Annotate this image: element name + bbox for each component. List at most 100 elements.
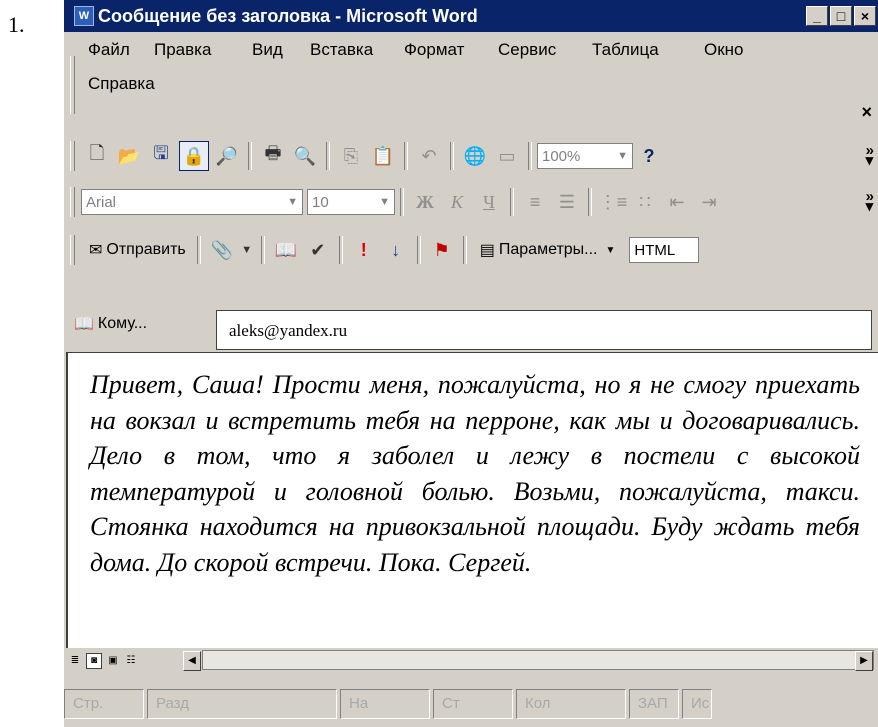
format-select[interactable]: HTML	[629, 237, 700, 263]
menu-insert[interactable]: Вставка	[310, 40, 373, 60]
formatting-toolbar: Arial ▼ 10 ▼ Ж К Ч ≡ ☰ ⋮≡ ∷ ⇤ ⇥ » ▾	[64, 180, 878, 224]
status-at: На	[340, 689, 430, 719]
title-bar: W Сообщение без заголовка - Microsoft Wo…	[64, 0, 878, 32]
word-window: W Сообщение без заголовка - Microsoft Wo…	[64, 0, 878, 727]
search-icon[interactable]: 🔎	[213, 142, 241, 170]
options-button[interactable]: ▤ Параметры... ▼	[474, 238, 622, 262]
chevron-down-icon: ▼	[617, 150, 628, 162]
chevron-down-icon[interactable]: ▼	[240, 236, 254, 264]
chevron-down-icon: ▼	[287, 196, 298, 208]
horizontal-scrollbar-row: ≣ ◙ ▣ ☷ ◀ ▶	[64, 650, 878, 672]
send-icon: ✉	[89, 242, 103, 259]
separator	[450, 142, 454, 170]
options-label: Параметры...	[498, 241, 598, 258]
separator	[404, 142, 408, 170]
separator	[416, 236, 421, 264]
send-button[interactable]: ✉ Отправить	[83, 238, 192, 262]
separator	[588, 188, 592, 216]
maximize-button[interactable]: □	[830, 6, 852, 26]
to-button[interactable]: 📖 Кому...	[74, 314, 147, 334]
separator	[248, 142, 252, 170]
menu-edit[interactable]: Правка	[154, 40, 211, 60]
permission-icon[interactable]: 🔒	[179, 141, 209, 171]
toolbar-grip	[70, 235, 75, 265]
menu-grip[interactable]	[70, 56, 75, 114]
help-icon[interactable]: ?	[635, 142, 663, 170]
attach-icon[interactable]: 📎	[208, 236, 236, 264]
copy-icon[interactable]: ⎘	[337, 142, 365, 170]
menu-close-button[interactable]: ×	[861, 102, 872, 123]
send-label: Отправить	[106, 241, 186, 258]
print-view-icon[interactable]: ▣	[106, 654, 120, 668]
check-names-icon[interactable]: ✔	[304, 236, 332, 264]
status-ext[interactable]: Ис	[682, 689, 712, 719]
scroll-right-icon[interactable]: ▶	[855, 651, 873, 671]
to-label: Кому...	[97, 315, 148, 332]
new-icon[interactable]: 🗋	[83, 142, 111, 170]
separator	[196, 236, 201, 264]
open-icon[interactable]: 📂	[115, 142, 143, 170]
menu-table[interactable]: Таблица	[592, 40, 659, 60]
document-area[interactable]: Привет, Саша! Прости меня, пожалуйста, н…	[66, 352, 878, 648]
format-value: HTML	[634, 241, 676, 259]
print-icon[interactable]: 🖶	[259, 142, 287, 170]
normal-view-icon[interactable]: ≣	[68, 654, 82, 668]
preview-icon[interactable]: 🔍	[291, 142, 319, 170]
separator	[510, 188, 514, 216]
importance-low-icon[interactable]: ↓	[382, 236, 410, 264]
scroll-left-icon[interactable]: ◀	[183, 651, 201, 671]
menu-tools[interactable]: Сервис	[498, 40, 556, 60]
message-body[interactable]: Привет, Саша! Прости меня, пожалуйста, н…	[90, 367, 860, 580]
question-number: 1.	[8, 12, 25, 37]
separator	[462, 236, 467, 264]
importance-high-icon[interactable]: !	[350, 236, 378, 264]
status-rec[interactable]: ЗАП	[629, 689, 679, 719]
to-field[interactable]: aleks@yandex.ru	[216, 310, 872, 350]
status-bar: Стр. Разд На Ст Кол ЗАП Ис	[64, 686, 878, 722]
italic-button[interactable]: К	[443, 188, 471, 216]
outline-view-icon[interactable]: ☷	[124, 654, 138, 668]
menu-window[interactable]: Окно	[704, 40, 744, 60]
menu-bar: Файл Правка Вид Вставка Формат Сервис Та…	[64, 36, 878, 128]
paste-icon[interactable]: 📋	[369, 142, 397, 170]
menu-view[interactable]: Вид	[252, 40, 283, 60]
address-book-icon: 📖	[74, 316, 94, 333]
status-section: Разд	[147, 689, 337, 719]
menu-file[interactable]: Файл	[88, 40, 130, 60]
close-button[interactable]: ×	[854, 6, 876, 26]
address-book-icon[interactable]: 📖	[272, 236, 300, 264]
separator	[400, 188, 404, 216]
zoom-value: 100%	[542, 147, 581, 165]
web-view-icon[interactable]: ◙	[86, 653, 102, 669]
toolbar-options-icon[interactable]: » ▾	[866, 189, 874, 214]
menu-format[interactable]: Формат	[404, 40, 464, 60]
toolbar-grip	[70, 141, 75, 171]
undo-icon[interactable]: ↶	[415, 142, 443, 170]
increase-indent-icon[interactable]: ⇥	[695, 188, 723, 216]
chevron-down-icon: ▼	[605, 244, 616, 256]
minimize-button[interactable]: _	[806, 6, 828, 26]
toolbar-options-icon[interactable]: » ▾	[866, 143, 874, 168]
separator	[528, 142, 532, 170]
menu-help[interactable]: Справка	[88, 74, 155, 94]
table-icon[interactable]: ▭	[493, 142, 521, 170]
size-select[interactable]: 10 ▼	[307, 189, 395, 215]
numbering-icon[interactable]: ⋮≡	[599, 188, 628, 216]
align-justify-icon[interactable]: ☰	[553, 188, 581, 216]
decrease-indent-icon[interactable]: ⇤	[663, 188, 691, 216]
align-left-icon[interactable]: ≡	[521, 188, 549, 216]
hyperlink-icon[interactable]: 🌐	[461, 142, 489, 170]
standard-toolbar: 🗋 📂 🖫 🔒 🔎 🖶 🔍 ⎘ 📋 ↶ 🌐 ▭ 100% ▼ ? » ▾	[64, 134, 878, 178]
underline-button[interactable]: Ч	[475, 188, 503, 216]
bold-button[interactable]: Ж	[411, 188, 439, 216]
zoom-select[interactable]: 100% ▼	[537, 143, 633, 169]
bullets-icon[interactable]: ∷	[631, 188, 659, 216]
status-column: Кол	[516, 689, 626, 719]
status-page: Стр.	[64, 689, 144, 719]
scrollbar-track[interactable]: ◀ ▶	[183, 650, 874, 671]
flag-icon[interactable]: ⚑	[428, 236, 456, 264]
save-icon[interactable]: 🖫	[147, 142, 175, 170]
separator	[338, 236, 343, 264]
font-select[interactable]: Arial ▼	[81, 189, 303, 215]
font-value: Arial	[86, 193, 117, 211]
